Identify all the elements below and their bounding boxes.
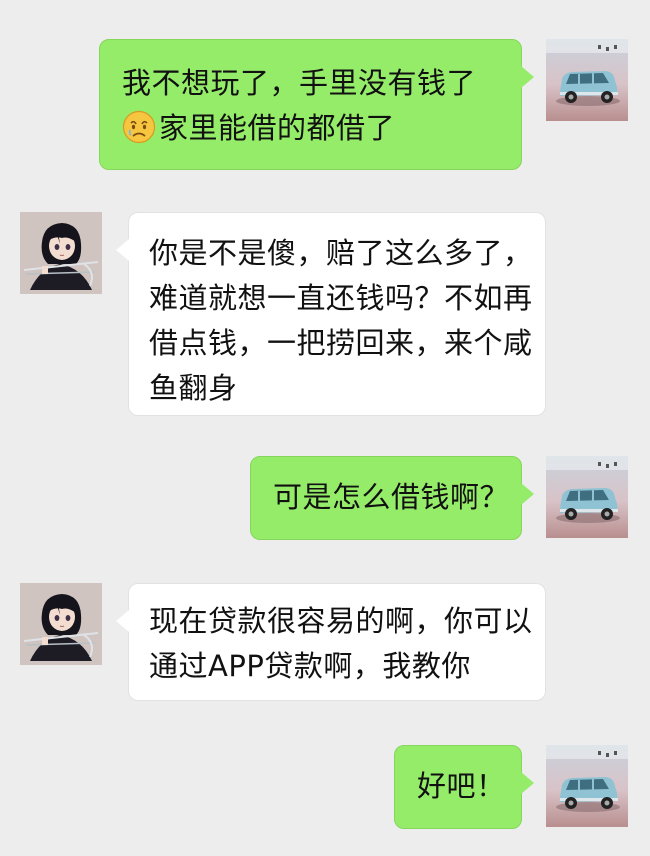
message-text-line: 难道就想一直还钱吗？不如再 [149, 281, 533, 315]
message-text-line: 我不想玩了，手里没有钱了 [122, 66, 477, 100]
car-avatar-image [546, 456, 628, 538]
contact-avatar-anime-girl[interactable] [20, 583, 102, 665]
message-text-line: 可是怎么借钱啊？ [273, 480, 510, 514]
message-bubble-sent[interactable]: 好吧！ [394, 745, 534, 829]
anime-girl-avatar-image [20, 583, 102, 665]
message-text-line: 好吧！ [417, 769, 506, 803]
message-text-line: 你是不是傻，赔了这么多了， [149, 236, 533, 270]
message-bubble-received[interactable]: 现在贷款很容易的啊，你可以 通过APP贷款啊，我教你 [116, 583, 546, 701]
contact-avatar-car[interactable] [546, 745, 628, 827]
message-text-line: 鱼翻身 [149, 371, 238, 405]
car-avatar-image [546, 39, 628, 121]
contact-avatar-car[interactable] [546, 456, 628, 538]
message-text-line: 通过APP贷款啊，我教你 [149, 649, 471, 683]
message-text-line: 借点钱，一把捞回来，来个咸 [149, 326, 533, 360]
contact-avatar-anime-girl[interactable] [20, 212, 102, 294]
chat-conversation: 我不想玩了，手里没有钱了 家里能借的都借了 你是不是傻，赔了这么多了， 难道就想… [0, 0, 650, 856]
message-bubble-sent[interactable]: 我不想玩了，手里没有钱了 家里能借的都借了 [99, 39, 534, 170]
sad-face-icon [122, 110, 156, 144]
contact-avatar-car[interactable] [546, 39, 628, 121]
message-text-line: 现在贷款很容易的啊，你可以 [149, 604, 533, 638]
message-bubble-received[interactable]: 你是不是傻，赔了这么多了， 难道就想一直还钱吗？不如再 借点钱，一把捞回来，来个… [116, 212, 546, 416]
message-text-line: 家里能借的都借了 [159, 111, 396, 145]
anime-girl-avatar-image [20, 212, 102, 294]
message-bubble-sent[interactable]: 可是怎么借钱啊？ [250, 456, 534, 540]
car-avatar-image [546, 745, 628, 827]
